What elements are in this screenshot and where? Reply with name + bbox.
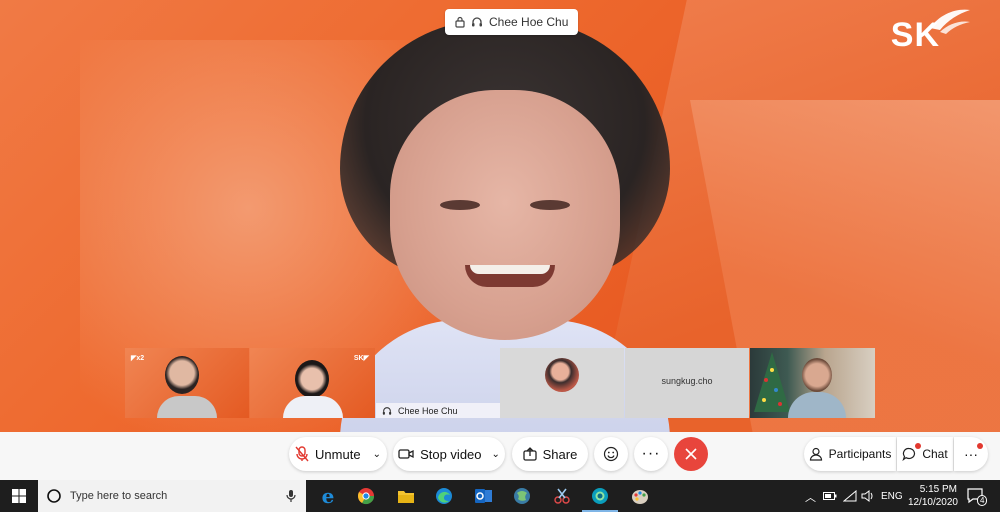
chevron-down-icon[interactable]: ⌄ (492, 449, 500, 460)
participant-thumbnail[interactable]: ◤x2 (125, 348, 249, 418)
active-speaker-label: Chee Hoe Chu (445, 9, 579, 35)
headset-icon (472, 17, 482, 27)
christmas-tree-image (754, 352, 790, 412)
self-view-label: Chee Hoe Chu (376, 403, 506, 418)
person-icon (809, 447, 822, 461)
microphone-muted-icon (295, 446, 309, 462)
participant-head (165, 356, 199, 394)
smiley-icon (603, 446, 619, 462)
edge-icon[interactable] (432, 480, 456, 512)
participants-button[interactable]: Participants (804, 437, 896, 471)
lock-icon (455, 16, 465, 28)
paint-icon[interactable] (628, 480, 652, 512)
microphone-icon[interactable] (286, 489, 296, 503)
language-indicator[interactable]: ENG (881, 491, 903, 502)
chevron-up-icon[interactable]: ︿ (805, 489, 816, 505)
globe-app-icon[interactable] (510, 480, 534, 512)
participant-head (295, 360, 329, 398)
chevron-down-icon[interactable]: ⌄ (373, 449, 381, 460)
chat-label: Chat (922, 447, 948, 461)
notifications-button[interactable]: 4 (962, 480, 990, 512)
notification-count: 4 (977, 495, 988, 506)
stop-video-button[interactable]: Stop video ⌄ (393, 437, 505, 471)
snipping-tool-icon[interactable] (550, 480, 574, 512)
participants-label: Participants (828, 447, 892, 461)
start-button[interactable] (0, 480, 38, 512)
participant-thumbnail[interactable] (750, 348, 875, 418)
speaker-name: Chee Hoe Chu (489, 15, 569, 29)
search-placeholder: Type here to search (70, 490, 168, 502)
clock-date[interactable]: 12/10/2020 (902, 497, 958, 508)
video-camera-icon (398, 449, 414, 459)
speaker-face (390, 90, 620, 340)
windows-logo-icon (12, 489, 26, 503)
participant-torso (157, 396, 217, 418)
participant-torso (283, 396, 343, 418)
participant-thumbnail[interactable]: SK◤ (250, 348, 375, 418)
file-explorer-icon[interactable] (394, 480, 418, 512)
unmute-label: Unmute (315, 446, 361, 462)
more-options-button[interactable]: ··· (634, 437, 668, 471)
share-icon (522, 447, 537, 461)
share-button[interactable]: Share (512, 437, 588, 471)
taskbar-search-input[interactable]: Type here to search (38, 480, 306, 512)
more-panels-button[interactable]: ··· (954, 437, 988, 471)
speaker-eye (440, 200, 480, 210)
sk-small-logo-icon: ◤x2 (131, 355, 145, 362)
speaker-volume-icon[interactable] (860, 480, 876, 512)
speaker-eye (530, 200, 570, 210)
ellipsis-icon: ··· (641, 445, 661, 462)
ellipsis-icon: ··· (964, 446, 978, 462)
participant-torso (788, 392, 846, 418)
headset-icon (382, 406, 392, 415)
avatar (545, 358, 579, 392)
reactions-button[interactable] (594, 437, 628, 471)
wifi-icon[interactable] (842, 480, 858, 512)
end-call-button[interactable] (674, 437, 708, 471)
share-label: Share (542, 446, 578, 462)
cortana-circle-icon (47, 489, 61, 503)
participant-thumbnail[interactable]: sungkug.cho (625, 348, 749, 418)
more-notification-dot (977, 443, 983, 449)
speaker-teeth (470, 265, 550, 274)
brand-logo: SK (890, 16, 940, 54)
battery-icon[interactable] (822, 480, 838, 512)
sk-small-logo-icon: SK◤ (353, 355, 369, 362)
chrome-icon[interactable] (354, 480, 378, 512)
unmute-button[interactable]: Unmute ⌄ (289, 437, 387, 471)
stop-video-label: Stop video (420, 446, 482, 462)
participant-name: sungkug.cho (661, 376, 713, 386)
edge-legacy-icon[interactable]: e (316, 480, 340, 512)
clock-time[interactable]: 5:15 PM (913, 484, 957, 495)
close-icon (685, 448, 697, 460)
chat-bubble-icon (902, 447, 916, 461)
self-name: Chee Hoe Chu (398, 405, 458, 416)
participant-head (802, 358, 832, 392)
chat-notification-dot (915, 443, 921, 449)
chat-button[interactable]: Chat (897, 437, 953, 471)
webex-icon[interactable] (588, 480, 612, 512)
outlook-icon[interactable] (472, 480, 496, 512)
